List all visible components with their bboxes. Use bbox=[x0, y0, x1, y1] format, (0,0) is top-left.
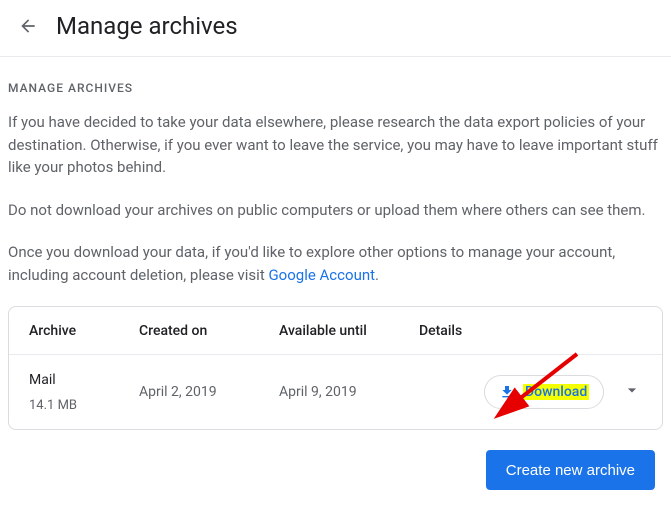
footer: Create new archive bbox=[8, 430, 663, 502]
content: MANAGE ARCHIVES If you have decided to t… bbox=[0, 57, 671, 502]
download-button[interactable]: Download bbox=[484, 375, 604, 409]
archives-table: Archive Created on Available until Detai… bbox=[8, 306, 663, 430]
col-header-details: Details bbox=[419, 323, 484, 339]
chevron-down-icon[interactable] bbox=[622, 380, 642, 404]
p3-suffix: . bbox=[375, 266, 379, 284]
archive-name: Mail bbox=[29, 372, 139, 388]
create-new-archive-button[interactable]: Create new archive bbox=[486, 450, 655, 490]
intro-paragraph-1: If you have decided to take your data el… bbox=[8, 111, 663, 179]
download-label: Download bbox=[523, 384, 589, 400]
table-header-row: Archive Created on Available until Detai… bbox=[9, 307, 662, 355]
page-header: Manage archives bbox=[0, 0, 671, 57]
col-header-archive: Archive bbox=[29, 323, 139, 339]
table-row: Mail 14.1 MB April 2, 2019 April 9, 2019… bbox=[9, 355, 662, 429]
page-title: Manage archives bbox=[56, 12, 238, 40]
section-label: MANAGE ARCHIVES bbox=[8, 81, 663, 95]
archive-size: 14.1 MB bbox=[29, 398, 139, 413]
google-account-link[interactable]: Google Account bbox=[268, 266, 375, 284]
created-cell: April 2, 2019 bbox=[139, 384, 279, 400]
col-header-available: Available until bbox=[279, 323, 419, 339]
archive-cell: Mail 14.1 MB bbox=[29, 372, 139, 413]
available-cell: April 9, 2019 bbox=[279, 384, 419, 400]
download-icon bbox=[499, 384, 515, 400]
intro-paragraph-3: Once you download your data, if you'd li… bbox=[8, 241, 663, 286]
intro-paragraph-2: Do not download your archives on public … bbox=[8, 199, 663, 222]
col-header-created: Created on bbox=[139, 323, 279, 339]
back-arrow-icon[interactable] bbox=[16, 14, 40, 38]
